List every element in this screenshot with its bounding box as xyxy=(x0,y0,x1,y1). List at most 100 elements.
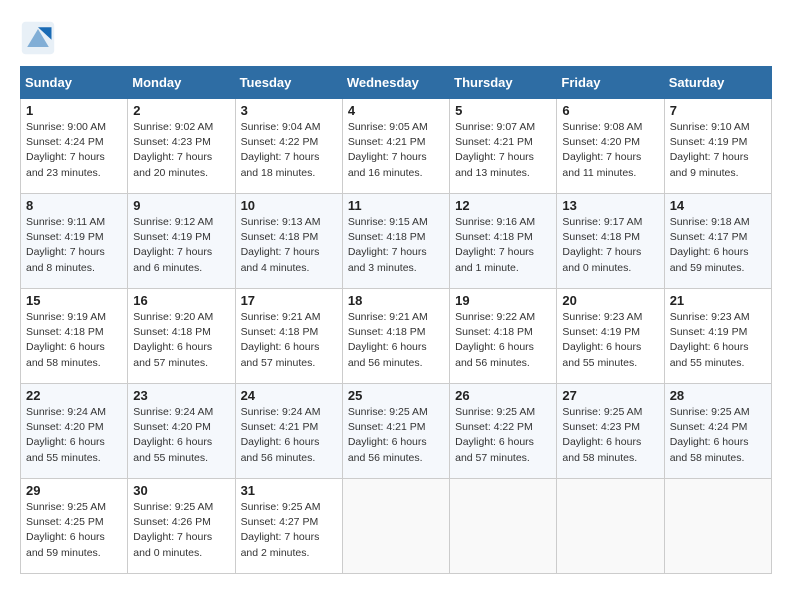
day-number: 13 xyxy=(562,198,658,213)
calendar-day-cell: 3 Sunrise: 9:04 AMSunset: 4:22 PMDayligh… xyxy=(235,99,342,194)
calendar-day-cell: 2 Sunrise: 9:02 AMSunset: 4:23 PMDayligh… xyxy=(128,99,235,194)
day-info: Sunrise: 9:17 AMSunset: 4:18 PMDaylight:… xyxy=(562,216,642,274)
calendar-header-row: SundayMondayTuesdayWednesdayThursdayFrid… xyxy=(21,67,772,99)
empty-cell xyxy=(664,479,771,574)
calendar-day-cell: 22 Sunrise: 9:24 AMSunset: 4:20 PMDaylig… xyxy=(21,384,128,479)
calendar-day-cell: 21 Sunrise: 9:23 AMSunset: 4:19 PMDaylig… xyxy=(664,289,771,384)
calendar-day-cell: 9 Sunrise: 9:12 AMSunset: 4:19 PMDayligh… xyxy=(128,194,235,289)
day-number: 9 xyxy=(133,198,229,213)
day-info: Sunrise: 9:07 AMSunset: 4:21 PMDaylight:… xyxy=(455,121,535,179)
day-info: Sunrise: 9:13 AMSunset: 4:18 PMDaylight:… xyxy=(241,216,321,274)
day-number: 24 xyxy=(241,388,337,403)
day-info: Sunrise: 9:21 AMSunset: 4:18 PMDaylight:… xyxy=(241,311,321,369)
calendar-week-row: 8 Sunrise: 9:11 AMSunset: 4:19 PMDayligh… xyxy=(21,194,772,289)
day-info: Sunrise: 9:24 AMSunset: 4:20 PMDaylight:… xyxy=(133,406,213,464)
calendar-day-cell: 11 Sunrise: 9:15 AMSunset: 4:18 PMDaylig… xyxy=(342,194,449,289)
day-number: 30 xyxy=(133,483,229,498)
day-info: Sunrise: 9:24 AMSunset: 4:20 PMDaylight:… xyxy=(26,406,106,464)
calendar-week-row: 29 Sunrise: 9:25 AMSunset: 4:25 PMDaylig… xyxy=(21,479,772,574)
day-number: 20 xyxy=(562,293,658,308)
day-number: 4 xyxy=(348,103,444,118)
day-info: Sunrise: 9:00 AMSunset: 4:24 PMDaylight:… xyxy=(26,121,106,179)
day-number: 7 xyxy=(670,103,766,118)
calendar-day-header: Monday xyxy=(128,67,235,99)
day-info: Sunrise: 9:19 AMSunset: 4:18 PMDaylight:… xyxy=(26,311,106,369)
day-info: Sunrise: 9:05 AMSunset: 4:21 PMDaylight:… xyxy=(348,121,428,179)
day-number: 6 xyxy=(562,103,658,118)
day-number: 27 xyxy=(562,388,658,403)
day-info: Sunrise: 9:23 AMSunset: 4:19 PMDaylight:… xyxy=(670,311,750,369)
calendar-day-cell: 31 Sunrise: 9:25 AMSunset: 4:27 PMDaylig… xyxy=(235,479,342,574)
day-info: Sunrise: 9:22 AMSunset: 4:18 PMDaylight:… xyxy=(455,311,535,369)
day-number: 21 xyxy=(670,293,766,308)
empty-cell xyxy=(342,479,449,574)
calendar-day-cell: 6 Sunrise: 9:08 AMSunset: 4:20 PMDayligh… xyxy=(557,99,664,194)
calendar-day-cell: 24 Sunrise: 9:24 AMSunset: 4:21 PMDaylig… xyxy=(235,384,342,479)
day-number: 12 xyxy=(455,198,551,213)
calendar-day-cell: 16 Sunrise: 9:20 AMSunset: 4:18 PMDaylig… xyxy=(128,289,235,384)
calendar-day-header: Saturday xyxy=(664,67,771,99)
calendar-day-cell: 28 Sunrise: 9:25 AMSunset: 4:24 PMDaylig… xyxy=(664,384,771,479)
calendar-day-cell: 1 Sunrise: 9:00 AMSunset: 4:24 PMDayligh… xyxy=(21,99,128,194)
calendar-day-cell: 14 Sunrise: 9:18 AMSunset: 4:17 PMDaylig… xyxy=(664,194,771,289)
page-header xyxy=(20,20,772,56)
calendar-day-header: Sunday xyxy=(21,67,128,99)
day-number: 14 xyxy=(670,198,766,213)
day-number: 25 xyxy=(348,388,444,403)
day-number: 31 xyxy=(241,483,337,498)
calendar-day-cell: 25 Sunrise: 9:25 AMSunset: 4:21 PMDaylig… xyxy=(342,384,449,479)
logo-icon xyxy=(20,20,56,56)
day-info: Sunrise: 9:11 AMSunset: 4:19 PMDaylight:… xyxy=(26,216,105,274)
day-number: 29 xyxy=(26,483,122,498)
calendar-week-row: 22 Sunrise: 9:24 AMSunset: 4:20 PMDaylig… xyxy=(21,384,772,479)
day-info: Sunrise: 9:15 AMSunset: 4:18 PMDaylight:… xyxy=(348,216,428,274)
calendar-day-cell: 30 Sunrise: 9:25 AMSunset: 4:26 PMDaylig… xyxy=(128,479,235,574)
day-info: Sunrise: 9:25 AMSunset: 4:24 PMDaylight:… xyxy=(670,406,750,464)
day-info: Sunrise: 9:20 AMSunset: 4:18 PMDaylight:… xyxy=(133,311,213,369)
logo xyxy=(20,20,60,56)
day-info: Sunrise: 9:12 AMSunset: 4:19 PMDaylight:… xyxy=(133,216,213,274)
day-number: 15 xyxy=(26,293,122,308)
day-number: 3 xyxy=(241,103,337,118)
day-info: Sunrise: 9:21 AMSunset: 4:18 PMDaylight:… xyxy=(348,311,428,369)
calendar-day-header: Tuesday xyxy=(235,67,342,99)
calendar-day-cell: 5 Sunrise: 9:07 AMSunset: 4:21 PMDayligh… xyxy=(450,99,557,194)
day-info: Sunrise: 9:24 AMSunset: 4:21 PMDaylight:… xyxy=(241,406,321,464)
day-info: Sunrise: 9:25 AMSunset: 4:27 PMDaylight:… xyxy=(241,501,321,559)
empty-cell xyxy=(450,479,557,574)
day-number: 2 xyxy=(133,103,229,118)
day-info: Sunrise: 9:08 AMSunset: 4:20 PMDaylight:… xyxy=(562,121,642,179)
day-number: 28 xyxy=(670,388,766,403)
calendar-day-cell: 29 Sunrise: 9:25 AMSunset: 4:25 PMDaylig… xyxy=(21,479,128,574)
day-info: Sunrise: 9:10 AMSunset: 4:19 PMDaylight:… xyxy=(670,121,750,179)
calendar-day-cell: 26 Sunrise: 9:25 AMSunset: 4:22 PMDaylig… xyxy=(450,384,557,479)
calendar-day-cell: 27 Sunrise: 9:25 AMSunset: 4:23 PMDaylig… xyxy=(557,384,664,479)
calendar-day-header: Wednesday xyxy=(342,67,449,99)
calendar-day-cell: 15 Sunrise: 9:19 AMSunset: 4:18 PMDaylig… xyxy=(21,289,128,384)
empty-cell xyxy=(557,479,664,574)
day-info: Sunrise: 9:16 AMSunset: 4:18 PMDaylight:… xyxy=(455,216,535,274)
day-number: 26 xyxy=(455,388,551,403)
calendar-week-row: 15 Sunrise: 9:19 AMSunset: 4:18 PMDaylig… xyxy=(21,289,772,384)
calendar-table: SundayMondayTuesdayWednesdayThursdayFrid… xyxy=(20,66,772,574)
calendar-day-cell: 7 Sunrise: 9:10 AMSunset: 4:19 PMDayligh… xyxy=(664,99,771,194)
day-number: 17 xyxy=(241,293,337,308)
day-number: 16 xyxy=(133,293,229,308)
day-info: Sunrise: 9:25 AMSunset: 4:22 PMDaylight:… xyxy=(455,406,535,464)
calendar-week-row: 1 Sunrise: 9:00 AMSunset: 4:24 PMDayligh… xyxy=(21,99,772,194)
day-info: Sunrise: 9:25 AMSunset: 4:23 PMDaylight:… xyxy=(562,406,642,464)
calendar-day-cell: 18 Sunrise: 9:21 AMSunset: 4:18 PMDaylig… xyxy=(342,289,449,384)
calendar-day-cell: 10 Sunrise: 9:13 AMSunset: 4:18 PMDaylig… xyxy=(235,194,342,289)
day-number: 11 xyxy=(348,198,444,213)
day-info: Sunrise: 9:25 AMSunset: 4:26 PMDaylight:… xyxy=(133,501,213,559)
calendar-day-cell: 19 Sunrise: 9:22 AMSunset: 4:18 PMDaylig… xyxy=(450,289,557,384)
day-info: Sunrise: 9:25 AMSunset: 4:25 PMDaylight:… xyxy=(26,501,106,559)
day-number: 22 xyxy=(26,388,122,403)
day-number: 1 xyxy=(26,103,122,118)
calendar-day-cell: 20 Sunrise: 9:23 AMSunset: 4:19 PMDaylig… xyxy=(557,289,664,384)
calendar-day-cell: 23 Sunrise: 9:24 AMSunset: 4:20 PMDaylig… xyxy=(128,384,235,479)
calendar-day-header: Friday xyxy=(557,67,664,99)
day-info: Sunrise: 9:25 AMSunset: 4:21 PMDaylight:… xyxy=(348,406,428,464)
calendar-day-cell: 17 Sunrise: 9:21 AMSunset: 4:18 PMDaylig… xyxy=(235,289,342,384)
day-number: 19 xyxy=(455,293,551,308)
